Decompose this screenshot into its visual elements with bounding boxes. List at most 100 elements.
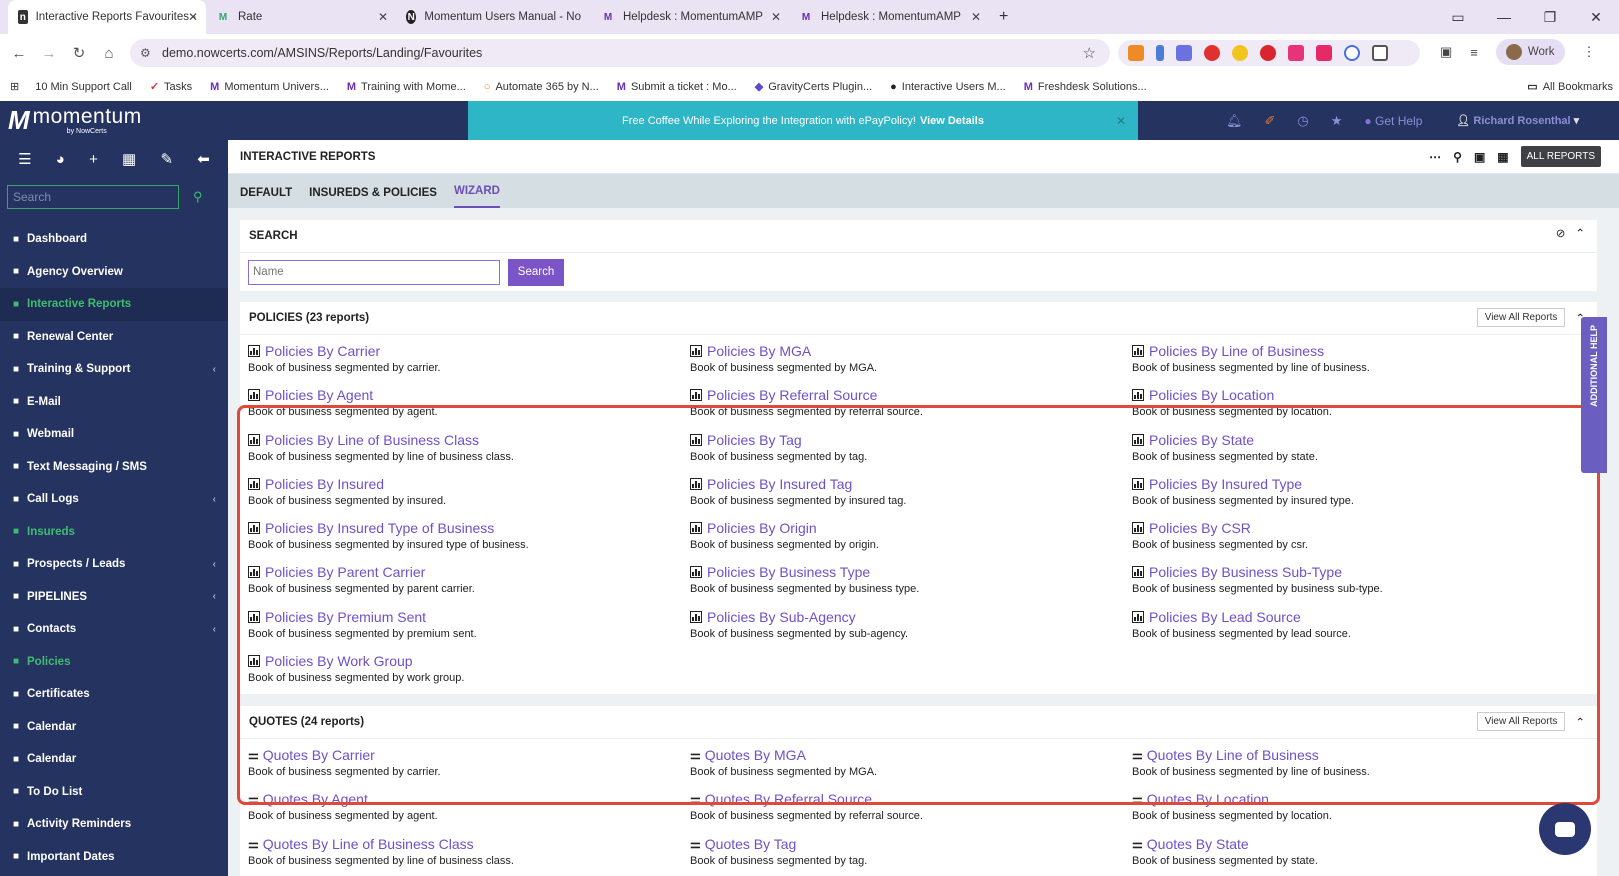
report-link[interactable]: Policies By Business Type	[690, 564, 1132, 580]
browser-tab[interactable]: n Interactive Reports Favourites - ✕	[8, 0, 206, 34]
all-bookmarks[interactable]: ▭ All Bookmarks	[1527, 80, 1613, 94]
chevron-left-icon[interactable]: ‹	[213, 559, 216, 570]
report-link[interactable]: Policies By Carrier	[248, 343, 690, 359]
extension-icon[interactable]	[1128, 45, 1144, 61]
kebab-menu-icon[interactable]: ⋮	[1583, 44, 1596, 60]
close-tab-icon[interactable]: ✕	[971, 10, 981, 24]
bookmark-item[interactable]: M Freshdesk Solutions...	[1024, 81, 1147, 93]
report-link[interactable]: Policies By Sub-Agency	[690, 609, 1132, 625]
sidebar-item-agency-overview[interactable]: ■ Agency Overview	[0, 256, 228, 289]
report-link[interactable]: ⚌ Quotes By Tag	[690, 836, 1132, 852]
report-link[interactable]: Policies By Insured Type	[1132, 476, 1574, 492]
tab-default[interactable]: DEFAULT	[240, 187, 292, 208]
close-tab-icon[interactable]: ✕	[188, 10, 198, 24]
search-button[interactable]: Search	[508, 258, 564, 286]
report-link[interactable]: Policies By Business Sub-Type	[1132, 564, 1574, 580]
ban-icon[interactable]: ⊘	[1556, 226, 1566, 240]
back-icon[interactable]: ←	[8, 45, 30, 62]
report-link[interactable]: Policies By Insured Tag	[690, 476, 1132, 492]
report-link[interactable]: Policies By MGA	[690, 343, 1132, 359]
report-link[interactable]: Policies By Agent	[248, 387, 690, 403]
apps-grid-icon[interactable]: ⊞	[10, 80, 19, 93]
puzzle-icon[interactable]	[1372, 45, 1388, 61]
sidebar-item-e-mail[interactable]: ■ E-Mail	[0, 386, 228, 419]
collapse-icon[interactable]: ⌃	[1575, 226, 1585, 240]
report-link[interactable]: Policies By Tag	[690, 432, 1132, 448]
sidebar-item-call-logs[interactable]: ■ Call Logs ‹	[0, 483, 228, 516]
home-icon[interactable]: ⌂	[98, 45, 120, 62]
browser-tab[interactable]: M Helpdesk : MomentumAMP ✕	[789, 0, 989, 34]
view-all-reports-button[interactable]: View All Reports	[1476, 308, 1566, 327]
bookmark-item[interactable]: M Momentum Univers...	[210, 81, 329, 93]
report-link[interactable]: Policies By State	[1132, 432, 1574, 448]
bookmark-star-icon[interactable]: ☆	[1083, 44, 1096, 62]
report-link[interactable]: Policies By Line of Business Class	[248, 432, 690, 448]
bookmark-item[interactable]: 10 Min Support Call	[35, 81, 132, 93]
sidebar-item-prospects-leads[interactable]: ■ Prospects / Leads ‹	[0, 548, 228, 581]
report-link[interactable]: ⚌ Quotes By Location	[1132, 791, 1574, 807]
extension-icon[interactable]	[1316, 45, 1332, 61]
report-link[interactable]: Policies By Work Group	[248, 653, 690, 669]
extension-icon[interactable]	[1232, 45, 1248, 61]
chevron-left-icon[interactable]: ‹	[213, 364, 216, 375]
close-icon[interactable]: ✕	[1116, 114, 1126, 128]
extension-icon[interactable]	[1288, 45, 1304, 61]
user-menu[interactable]: 👤︎ Richard Rosenthal ▾	[1456, 114, 1579, 127]
sidebar-item-dashboard[interactable]: ■ Dashboard	[0, 223, 228, 256]
sidebar-item-calendar[interactable]: ■ Calendar	[0, 743, 228, 776]
bookmark-item[interactable]: ◆ GravityCerts Plugin...	[755, 80, 872, 94]
browser-tab[interactable]: N Momentum Users Manual - No	[396, 0, 591, 34]
sidebar-item-training-support[interactable]: ■ Training & Support ‹	[0, 353, 228, 386]
report-link[interactable]: Policies By Parent Carrier	[248, 564, 690, 580]
bookmark-item[interactable]: M Training with Mome...	[347, 81, 466, 93]
hamburger-icon[interactable]: ☰	[18, 150, 31, 168]
layout-icon[interactable]: ▦	[122, 150, 136, 168]
profile-button[interactable]: Work	[1495, 39, 1565, 65]
promo-banner[interactable]: Free Coffee While Exploring the Integrat…	[468, 101, 1138, 140]
bell-icon[interactable]: 🔔︎	[1226, 113, 1243, 129]
report-link[interactable]: Policies By Line of Business	[1132, 343, 1574, 359]
more-icon[interactable]: ⋯	[1429, 150, 1441, 164]
report-link[interactable]: Policies By Premium Sent	[248, 609, 690, 625]
extension-icon[interactable]	[1260, 45, 1276, 61]
report-link[interactable]: Policies By Insured	[248, 476, 690, 492]
grid-icon[interactable]: ▦	[1497, 150, 1508, 164]
close-tab-icon[interactable]: ✕	[771, 10, 781, 24]
sidebar-item-webmail[interactable]: ■ Webmail	[0, 418, 228, 451]
star-icon[interactable]: ★	[1331, 113, 1343, 129]
view-toggle-icon[interactable]: ▣	[1474, 150, 1485, 164]
report-link[interactable]: ⚌ Quotes By Line of Business Class	[248, 836, 690, 852]
restore-icon[interactable]: ❐	[1527, 9, 1573, 26]
chevron-left-icon[interactable]: ‹	[213, 494, 216, 505]
report-link[interactable]: ⚌ Quotes By Referral Source	[690, 791, 1132, 807]
tab-search-icon[interactable]: ▭	[1435, 9, 1481, 26]
collapse-icon[interactable]: ⌃	[1575, 715, 1585, 729]
reload-icon[interactable]: ↻	[68, 44, 90, 62]
browser-tab[interactable]: M Rate ✕	[206, 0, 396, 34]
extension-icon[interactable]	[1176, 45, 1192, 61]
report-link[interactable]: ⚌ Quotes By State	[1132, 836, 1574, 852]
get-help-button[interactable]: ● Get Help	[1364, 114, 1422, 128]
site-info-icon[interactable]: ⚙	[140, 46, 151, 60]
plus-icon[interactable]: +	[89, 151, 98, 168]
chat-button[interactable]	[1539, 803, 1591, 855]
history-icon[interactable]: ◷	[1297, 113, 1308, 129]
bookmark-item[interactable]: ○ Automate 365 by N...	[484, 81, 599, 93]
sidebar-item-contacts[interactable]: ■ Contacts ‹	[0, 613, 228, 646]
chevron-left-icon[interactable]: ‹	[213, 591, 216, 602]
report-link[interactable]: ⚌ Quotes By MGA	[690, 747, 1132, 763]
back-arrow-icon[interactable]: ⬅	[197, 150, 210, 168]
extension-icon[interactable]	[1156, 45, 1164, 61]
report-link[interactable]: Policies By Lead Source	[1132, 609, 1574, 625]
magic-wand-icon[interactable]: ✎	[160, 150, 173, 168]
reading-list-icon[interactable]: ▣	[1440, 44, 1452, 60]
promo-link[interactable]: View Details	[920, 115, 984, 127]
sidebar-item-renewal-center[interactable]: ■ Renewal Center	[0, 321, 228, 354]
view-all-reports-button[interactable]: View All Reports	[1476, 712, 1566, 731]
sidebar-item-policies[interactable]: ■ Policies	[0, 646, 228, 679]
extension-icon[interactable]	[1344, 45, 1360, 61]
forward-icon[interactable]: →	[38, 45, 60, 62]
tab-insureds-policies[interactable]: INSUREDS & POLICIES	[309, 187, 437, 208]
logo[interactable]: M momentum by NowCerts	[0, 101, 228, 140]
sidebar-item-certificates[interactable]: ■ Certificates	[0, 678, 228, 711]
